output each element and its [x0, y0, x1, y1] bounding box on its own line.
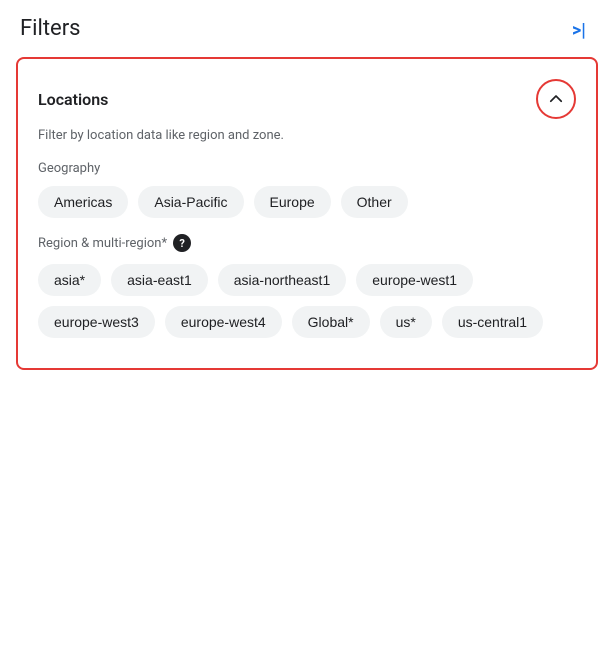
region-label: Region & multi-region*: [38, 236, 167, 251]
chip-americas[interactable]: Americas: [38, 186, 128, 218]
svg-text:>|: >|: [572, 20, 586, 40]
geography-label: Geography: [38, 161, 576, 176]
chip-asia-east1[interactable]: asia-east1: [111, 264, 208, 296]
page-title: Filters: [20, 16, 81, 41]
chevron-up-button[interactable]: [536, 79, 576, 119]
region-label-row: Region & multi-region* ?: [38, 234, 576, 252]
chip-us-star[interactable]: us*: [380, 306, 432, 338]
chip-other[interactable]: Other: [341, 186, 408, 218]
geography-chips: Americas Asia-Pacific Europe Other: [38, 186, 576, 218]
chip-us-central1[interactable]: us-central1: [442, 306, 543, 338]
chip-asia-northeast1[interactable]: asia-northeast1: [218, 264, 347, 296]
chip-europe-west3[interactable]: europe-west3: [38, 306, 155, 338]
chip-asia-star[interactable]: asia*: [38, 264, 101, 296]
chip-global-star[interactable]: Global*: [292, 306, 370, 338]
region-section: Region & multi-region* ? asia* asia-east…: [38, 234, 576, 338]
help-icon[interactable]: ?: [173, 234, 191, 252]
chip-europe[interactable]: Europe: [254, 186, 331, 218]
chip-europe-west4[interactable]: europe-west4: [165, 306, 282, 338]
section-header: Locations: [38, 79, 576, 119]
chip-europe-west1[interactable]: europe-west1: [356, 264, 473, 296]
collapse-icon[interactable]: >|: [572, 18, 594, 40]
section-description: Filter by location data like region and …: [38, 127, 576, 145]
section-title: Locations: [38, 90, 108, 109]
filter-panel: Locations Filter by location data like r…: [16, 57, 598, 370]
chip-asia-pacific[interactable]: Asia-Pacific: [138, 186, 243, 218]
page-header: Filters >|: [0, 0, 614, 53]
region-chips: asia* asia-east1 asia-northeast1 europe-…: [38, 264, 576, 338]
